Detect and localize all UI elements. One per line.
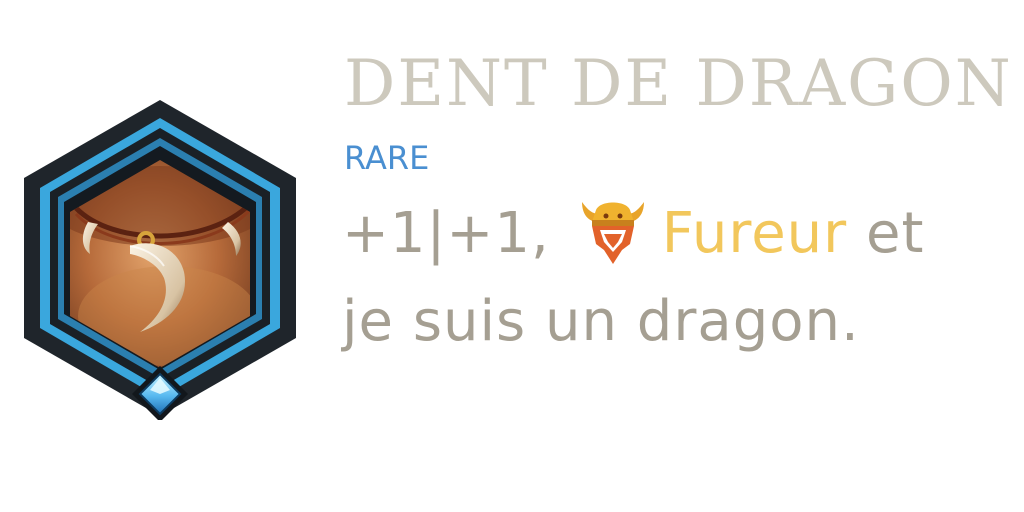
card-title: DENT DE DRAGON (344, 47, 1013, 121)
stat-bonus: +1|+1, (342, 201, 550, 266)
description-line-2: je suis un dragon. (342, 289, 860, 354)
item-icon-frame (18, 96, 302, 420)
connector-text: et (847, 201, 925, 266)
description-line-1: +1|+1, Fureur et (342, 190, 924, 278)
rarity-label: RARE (344, 139, 430, 177)
fury-icon (578, 192, 648, 266)
keyword-fury: Fureur (661, 201, 848, 266)
card-description: +1|+1, Fureur et je suis un dragon. (342, 190, 924, 366)
